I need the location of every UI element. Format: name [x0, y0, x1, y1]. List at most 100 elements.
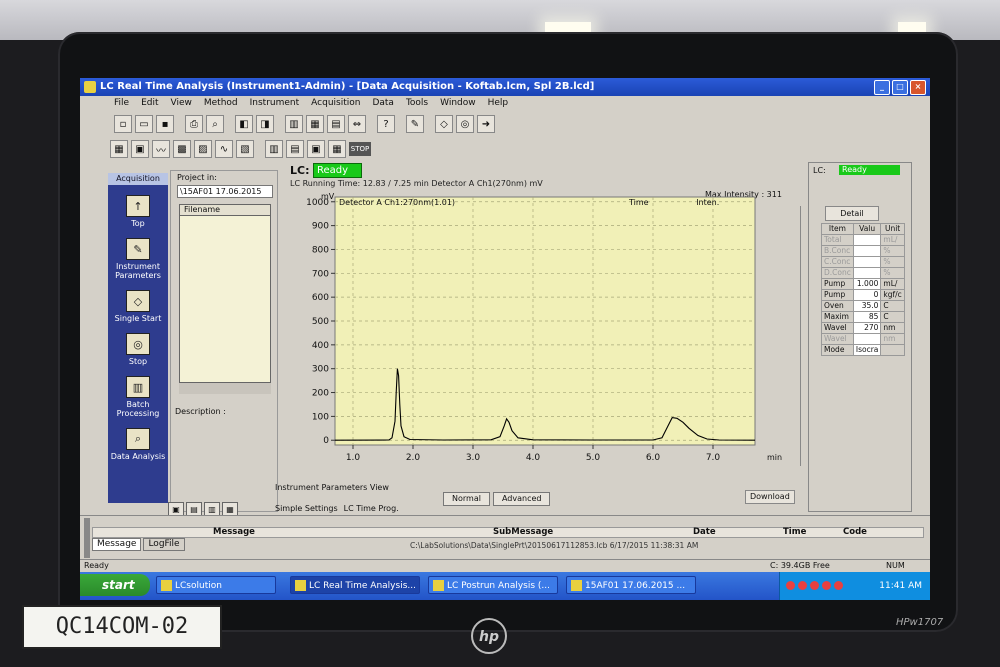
x-tick-label: 5.0: [586, 453, 601, 463]
new-icon[interactable]: ▫: [114, 115, 132, 133]
tool6-icon[interactable]: ∿: [215, 140, 233, 158]
data-acquisition-panel: LC: Ready LC Running Time: 12.83 / 7.25 …: [275, 162, 813, 513]
status-cell-unit: kgf/c: [880, 289, 905, 301]
tool2-icon[interactable]: ▣: [131, 140, 149, 158]
taskbar-item-postrun[interactable]: LC Postrun Analysis (...: [428, 576, 558, 594]
window-titlebar[interactable]: LC Real Time Analysis (Instrument1-Admin…: [80, 78, 930, 96]
tool11-icon[interactable]: ▦: [328, 140, 346, 158]
tab-logfile[interactable]: LogFile: [143, 538, 185, 551]
tool4-icon[interactable]: ▩: [173, 140, 191, 158]
minimize-button[interactable]: _: [874, 80, 890, 95]
header-code: Code: [843, 527, 867, 537]
sidebar-item-stop[interactable]: ◎ Stop: [108, 333, 168, 366]
tool10-icon[interactable]: ▣: [307, 140, 325, 158]
status-bar: Ready C: 39.4GB Free NUM: [80, 559, 930, 572]
layout2-icon[interactable]: ▦: [306, 115, 324, 133]
diamond-icon[interactable]: ◇: [435, 115, 453, 133]
swap-icon[interactable]: ⇔: [348, 115, 366, 133]
screen: LC Real Time Analysis (Instrument1-Admin…: [80, 78, 930, 600]
disk-free: C: 39.4GB Free: [770, 561, 830, 570]
y-tick-label: 800: [312, 245, 329, 255]
report-icon[interactable]: ✎: [406, 115, 424, 133]
menu-method[interactable]: Method: [204, 96, 238, 111]
y-tick-label: 200: [312, 389, 329, 399]
detail-button[interactable]: Detail: [825, 206, 879, 221]
tool5-icon[interactable]: ▨: [194, 140, 212, 158]
tray-icons[interactable]: [786, 581, 843, 590]
menu-edit[interactable]: Edit: [141, 96, 158, 111]
secondary-toolbar: ▦ ▣ 〰 ▩ ▨ ∿ ▧ ▥ ▤ ▣ ▦ STOP: [110, 138, 371, 160]
sidebar-item-single-start[interactable]: ◇ Single Start: [108, 290, 168, 323]
status-row: Pump 1.000 mL/: [821, 278, 905, 290]
layout-icon[interactable]: ▥: [285, 115, 303, 133]
sidebar-item-batch-processing[interactable]: ▥ Batch Processing: [108, 376, 168, 418]
sidebar-item-instrument-parameters[interactable]: ✎ Instrument Parameters: [108, 238, 168, 280]
chromatogram-chart[interactable]: 0 100 200 300 400 500 600 700 800 900 1000 1.0 2.0 3.…: [287, 189, 807, 471]
menu-window[interactable]: Window: [440, 96, 476, 111]
taskbar-item-folder[interactable]: 15AF01 17.06.2015 ...: [566, 576, 696, 594]
method-icon[interactable]: ◧: [235, 115, 253, 133]
open-icon[interactable]: ▭: [135, 115, 153, 133]
sidebar-item-top[interactable]: ↑ Top: [108, 195, 168, 228]
status-cell-item: D.Conc: [821, 267, 854, 279]
status-cell-value: 35.0: [852, 300, 882, 312]
menu-instrument[interactable]: Instrument: [250, 96, 300, 111]
stop-icon: ◎: [126, 333, 150, 355]
menu-tools[interactable]: Tools: [406, 96, 428, 111]
message-pane-grip[interactable]: [84, 518, 90, 558]
tool1-icon[interactable]: ▦: [110, 140, 128, 158]
status-cell-unit: nm: [880, 333, 905, 345]
taskbar-item-label: LC Real Time Analysis...: [309, 581, 416, 591]
layout3-icon[interactable]: ▤: [327, 115, 345, 133]
help-icon[interactable]: ?: [377, 115, 395, 133]
file-list[interactable]: Filename: [179, 204, 271, 394]
menu-help[interactable]: Help: [488, 96, 509, 111]
instrument-status-panel: LC: Ready Detail Item Valu Unit Total mL/…: [808, 162, 912, 512]
preview-icon[interactable]: ⌕: [206, 115, 224, 133]
tool7-icon[interactable]: ▧: [236, 140, 254, 158]
menu-acquisition[interactable]: Acquisition: [311, 96, 360, 111]
stop-toolbar-button[interactable]: STOP: [349, 142, 371, 156]
status-row: D.Conc%: [821, 267, 905, 279]
asset-sticker: QC14COM-02: [22, 605, 222, 649]
data-icon[interactable]: ◨: [256, 115, 274, 133]
taskbar-item-lcsolution[interactable]: LCsolution: [156, 576, 276, 594]
start-button[interactable]: start: [80, 574, 150, 596]
instrument-icon: ✎: [126, 238, 150, 260]
assistant-bar-header: Acquisition: [108, 173, 168, 185]
taskbar: start LCsolution LC Real Time Analysis..…: [80, 572, 930, 600]
tab-normal[interactable]: Normal: [443, 492, 490, 506]
project-select[interactable]: \15AF01 17.06.2015: [177, 185, 273, 198]
menu-view[interactable]: View: [171, 96, 192, 111]
print-icon[interactable]: ⎙: [185, 115, 203, 133]
realtime-icon: [295, 580, 306, 591]
tab-lc-time-prog[interactable]: LC Time Prog.: [344, 504, 399, 513]
assistant-bar: Acquisition ↑ Top ✎ Instrument Parameter…: [108, 173, 168, 503]
tool9-icon[interactable]: ▤: [286, 140, 304, 158]
menu-file[interactable]: File: [114, 96, 129, 111]
sidebar-item-data-analysis[interactable]: ⌕ Data Analysis: [108, 428, 168, 461]
file-list-header: Filename: [180, 205, 270, 216]
window-title: LC Real Time Analysis (Instrument1-Admin…: [100, 81, 595, 92]
y-tick-label: 700: [312, 269, 329, 279]
tool3-icon[interactable]: 〰: [152, 140, 170, 158]
message-row[interactable]: C:\LabSolutions\Data\SinglePrt\201506171…: [410, 541, 698, 550]
tab-advanced[interactable]: Advanced: [492, 492, 551, 506]
monitor-model: HPw1707: [896, 617, 944, 628]
header-time: Time: [783, 527, 807, 537]
maximize-button[interactable]: □: [892, 80, 908, 95]
status-cell-item: C.Conc: [821, 256, 854, 268]
tab-message[interactable]: Message: [92, 538, 142, 551]
tool8-icon[interactable]: ▥: [265, 140, 283, 158]
download-button[interactable]: Download: [745, 490, 795, 504]
legend-time: Time: [628, 198, 649, 207]
tab-simple-settings[interactable]: Simple Settings: [275, 504, 338, 513]
y-tick-label: 0: [323, 436, 329, 446]
octagon-icon[interactable]: ◎: [456, 115, 474, 133]
taskbar-item-realtime[interactable]: LC Real Time Analysis...: [290, 576, 420, 594]
arrow-icon[interactable]: ➜: [477, 115, 495, 133]
file-list-scrollbar[interactable]: [179, 382, 271, 394]
menu-data[interactable]: Data: [372, 96, 394, 111]
save-icon[interactable]: ▪: [156, 115, 174, 133]
close-button[interactable]: ×: [910, 80, 926, 95]
